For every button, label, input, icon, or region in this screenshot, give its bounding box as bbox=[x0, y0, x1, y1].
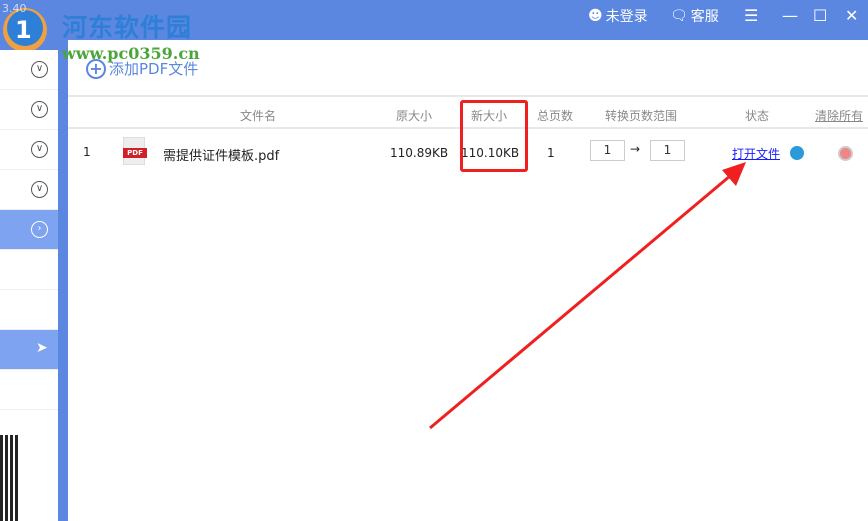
watermark-url: www.pc0359.cn bbox=[62, 44, 200, 63]
annotation-arrow-icon bbox=[429, 162, 746, 430]
